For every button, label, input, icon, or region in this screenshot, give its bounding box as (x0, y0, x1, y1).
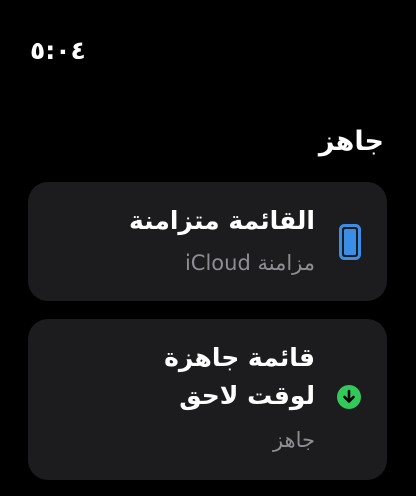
card-subtitle: جاهز (272, 428, 315, 452)
section-title: جاهز (318, 126, 384, 157)
card-title: القائمة متزامنة (129, 206, 315, 235)
card-title-line-2: لوقت لاحق (179, 381, 315, 410)
card-title-line-1: قائمة جاهزة (164, 343, 315, 372)
iphone-icon (339, 224, 361, 260)
offline-ready-card[interactable]: قائمة جاهزة لوقت لاحق جاهز (28, 319, 387, 480)
status-time: ٥:٠٤ (30, 36, 86, 65)
card-subtitle: مزامنة iCloud (184, 251, 315, 275)
download-circle-icon (337, 385, 361, 409)
sync-status-card[interactable]: القائمة متزامنة مزامنة iCloud (28, 182, 387, 301)
